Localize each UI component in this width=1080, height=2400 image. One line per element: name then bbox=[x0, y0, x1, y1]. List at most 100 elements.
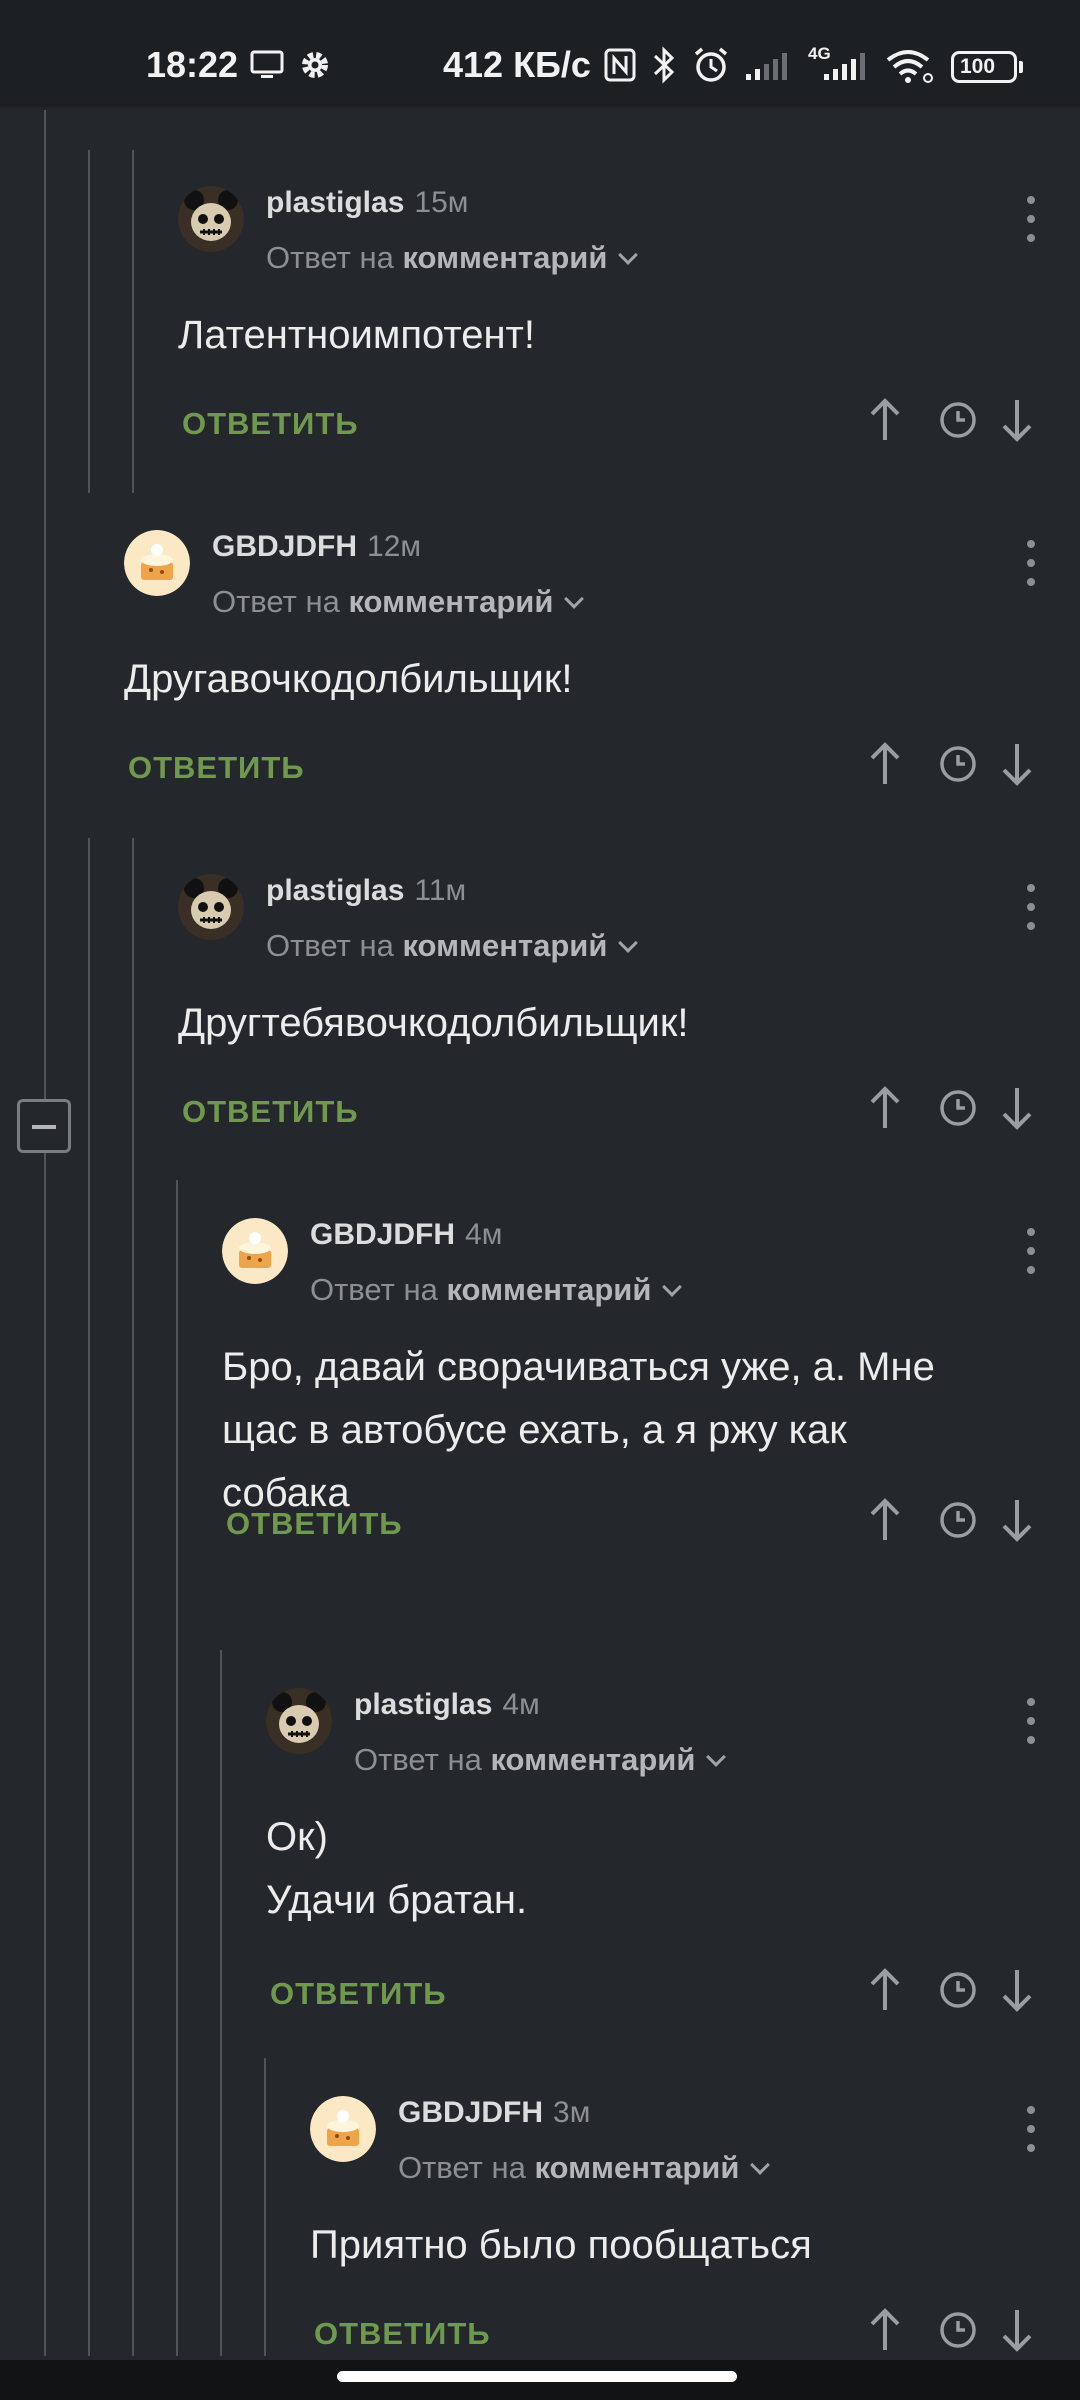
chevron-down-icon[interactable] bbox=[618, 245, 639, 265]
reply-to-target[interactable]: комментарий bbox=[402, 240, 607, 275]
comment-actions bbox=[868, 398, 1080, 442]
reply-to-link[interactable]: Ответ на комментарий bbox=[266, 240, 639, 276]
status-bar: 18:22 412 КБ/с 4G 100 bbox=[0, 0, 1080, 104]
clock: 18:22 bbox=[146, 44, 239, 85]
wifi-icon bbox=[886, 50, 933, 83]
upvote-arrow-icon[interactable] bbox=[868, 1498, 902, 1547]
network-speed: 412 КБ/с bbox=[443, 44, 591, 85]
chevron-down-icon[interactable] bbox=[618, 933, 639, 953]
thread-line-4 bbox=[220, 1650, 222, 2356]
cake-avatar[interactable] bbox=[310, 2096, 376, 2162]
reply-to-prefix: Ответ на bbox=[398, 2150, 526, 2185]
clock-icon[interactable] bbox=[938, 1500, 978, 1545]
downvote-arrow-icon[interactable] bbox=[1000, 1086, 1034, 1135]
username[interactable]: GBDJDFH bbox=[212, 530, 357, 563]
more-menu-icon[interactable] bbox=[1024, 1228, 1036, 1278]
signal-icon bbox=[746, 53, 787, 80]
comment-text: Приятно было пообщаться bbox=[310, 2214, 812, 2277]
username[interactable]: GBDJDFH bbox=[310, 1218, 455, 1251]
home-indicator[interactable] bbox=[337, 2371, 737, 2382]
skull-avatar-icon bbox=[178, 186, 244, 252]
comment-author[interactable]: plastiglas 4м bbox=[354, 1688, 540, 1722]
downvote-arrow-icon[interactable] bbox=[1000, 1498, 1034, 1547]
bluetooth-icon bbox=[653, 46, 675, 84]
clock-icon[interactable] bbox=[938, 744, 978, 789]
comment: plastiglas 11м Ответ на комментарий Другтеб… bbox=[178, 874, 1080, 1148]
alarm-icon bbox=[694, 47, 728, 82]
comment-text: Бро, давай сворачиваться уже, а. Мне щас … bbox=[222, 1336, 935, 1525]
chevron-down-icon[interactable] bbox=[662, 1277, 683, 1297]
reply-button[interactable]: ОТВЕТИТЬ bbox=[128, 750, 305, 786]
comment-author[interactable]: GBDJDFH 12м bbox=[212, 530, 421, 564]
thread-line-5 bbox=[264, 2058, 266, 2356]
reply-to-link[interactable]: Ответ на комментарий bbox=[310, 1272, 683, 1308]
comment-time: 12м bbox=[367, 530, 422, 563]
comment-author[interactable]: plastiglas 15м bbox=[266, 186, 468, 220]
downvote-arrow-icon[interactable] bbox=[1000, 1968, 1034, 2017]
chevron-down-icon[interactable] bbox=[564, 589, 585, 609]
thread-line-2a bbox=[132, 150, 134, 493]
reply-to-target[interactable]: комментарий bbox=[490, 1742, 695, 1777]
reply-to-link[interactable]: Ответ на комментарий bbox=[212, 584, 585, 620]
comment: plastiglas 4м Ответ на комментарий Ок) Удачи… bbox=[266, 1688, 1080, 2030]
comment-text-line: Бро, давай сворачиваться уже, а. Мне bbox=[222, 1345, 935, 1389]
comment-time: 4м bbox=[465, 1218, 503, 1251]
clock-icon[interactable] bbox=[938, 400, 978, 445]
reply-to-target[interactable]: комментарий bbox=[348, 584, 553, 619]
comment-text: Другтебявочкодолбильщик! bbox=[178, 992, 689, 1055]
reply-to-target[interactable]: комментарий bbox=[402, 928, 607, 963]
skull-avatar[interactable] bbox=[266, 1688, 332, 1754]
reply-to-prefix: Ответ на bbox=[354, 1742, 482, 1777]
username[interactable]: plastiglas bbox=[354, 1688, 492, 1721]
more-menu-icon[interactable] bbox=[1024, 1698, 1036, 1748]
comment-actions bbox=[868, 742, 1080, 786]
clock-icon[interactable] bbox=[938, 1970, 978, 2015]
downvote-arrow-icon[interactable] bbox=[1000, 398, 1034, 447]
comment-author[interactable]: GBDJDFH 4м bbox=[310, 1218, 502, 1252]
downvote-arrow-icon[interactable] bbox=[1000, 742, 1034, 791]
reply-button[interactable]: ОТВЕТИТЬ bbox=[182, 1094, 359, 1130]
username[interactable]: GBDJDFH bbox=[398, 2096, 543, 2129]
collapse-thread-button[interactable] bbox=[17, 1099, 71, 1153]
chevron-down-icon[interactable] bbox=[750, 2155, 771, 2175]
upvote-arrow-icon[interactable] bbox=[868, 398, 902, 447]
clock-icon[interactable] bbox=[938, 1088, 978, 1133]
comment-author[interactable]: GBDJDFH 3м bbox=[398, 2096, 590, 2130]
skull-avatar-icon bbox=[178, 874, 244, 940]
cake-avatar[interactable] bbox=[124, 530, 190, 596]
chevron-down-icon[interactable] bbox=[706, 1747, 727, 1767]
skull-avatar-icon bbox=[266, 1688, 332, 1754]
comment-text: Латентноимпотент! bbox=[178, 304, 535, 367]
battery-level: 100 bbox=[960, 55, 996, 78]
comment-author[interactable]: plastiglas 11м bbox=[266, 874, 466, 908]
screen-cast-icon bbox=[250, 50, 284, 78]
more-menu-icon[interactable] bbox=[1024, 540, 1036, 590]
reply-button[interactable]: ОТВЕТИТЬ bbox=[182, 406, 359, 442]
reply-to-link[interactable]: Ответ на комментарий bbox=[398, 2150, 771, 2186]
reply-button[interactable]: ОТВЕТИТЬ bbox=[270, 1976, 447, 2012]
clock-icon[interactable] bbox=[938, 2310, 978, 2355]
upvote-arrow-icon[interactable] bbox=[868, 742, 902, 791]
reply-to-target[interactable]: комментарий bbox=[446, 1272, 651, 1307]
cake-avatar[interactable] bbox=[222, 1218, 288, 1284]
username[interactable]: plastiglas bbox=[266, 874, 404, 907]
reply-to-target[interactable]: комментарий bbox=[534, 2150, 739, 2185]
reply-to-prefix: Ответ на bbox=[266, 928, 394, 963]
more-menu-icon[interactable] bbox=[1024, 196, 1036, 246]
upvote-arrow-icon[interactable] bbox=[868, 2308, 902, 2357]
reply-button[interactable]: ОТВЕТИТЬ bbox=[314, 2316, 491, 2352]
username[interactable]: plastiglas bbox=[266, 186, 404, 219]
upvote-arrow-icon[interactable] bbox=[868, 1968, 902, 2017]
more-menu-icon[interactable] bbox=[1024, 884, 1036, 934]
more-menu-icon[interactable] bbox=[1024, 2106, 1036, 2156]
reply-to-link[interactable]: Ответ на комментарий bbox=[266, 928, 639, 964]
downvote-arrow-icon[interactable] bbox=[1000, 2308, 1034, 2357]
skull-avatar[interactable] bbox=[178, 186, 244, 252]
comment-text-line: Латентноимпотент! bbox=[178, 313, 535, 357]
upvote-arrow-icon[interactable] bbox=[868, 1086, 902, 1135]
reply-button[interactable]: ОТВЕТИТЬ bbox=[226, 1506, 403, 1542]
reply-to-link[interactable]: Ответ на комментарий bbox=[354, 1742, 727, 1778]
comment-text-line: щас в автобусе ехать, а я ржу как bbox=[222, 1408, 847, 1452]
reply-to-prefix: Ответ на bbox=[310, 1272, 438, 1307]
skull-avatar[interactable] bbox=[178, 874, 244, 940]
